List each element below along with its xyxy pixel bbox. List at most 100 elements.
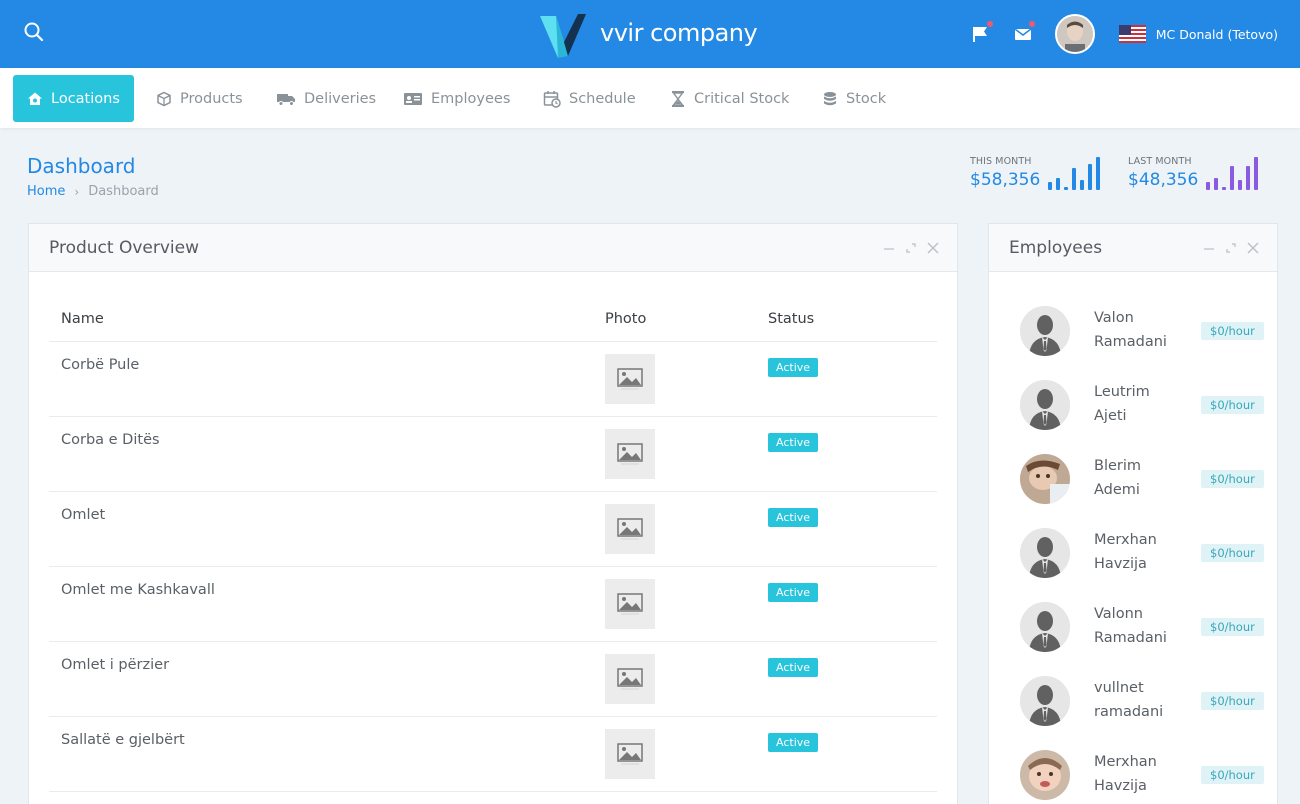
cube-icon	[157, 91, 171, 106]
stat-value: $58,356	[970, 170, 1041, 190]
product-name: Omlet	[61, 507, 106, 523]
nav-item-deliveries[interactable]: Deliveries	[262, 75, 390, 122]
top-bar: vvir company MC Donald (Tetovo)	[0, 0, 1300, 68]
table-row[interactable]: Corba e Ditës Active	[49, 417, 937, 492]
panel-header: Product Overview	[29, 224, 957, 272]
spark-bar	[1214, 178, 1218, 190]
panel-title: Product Overview	[49, 237, 199, 258]
nav-item-stock[interactable]: Stock	[808, 75, 900, 122]
mail-icon[interactable]	[1013, 21, 1035, 44]
product-name: Sallatë e gjelbërt	[61, 732, 185, 748]
image-placeholder-icon	[605, 429, 655, 479]
employee-last-name: ramadani	[1094, 704, 1164, 720]
employee-first-name: Valonn	[1094, 606, 1143, 622]
avatar	[1020, 602, 1070, 652]
brand[interactable]: vvir company	[538, 12, 758, 60]
employee-name: Leutrim Ajeti	[1094, 380, 1190, 428]
spark-bar	[1096, 157, 1100, 190]
employee-last-name: Havzija	[1094, 778, 1147, 794]
employee-item[interactable]: Blerim Ademi $0/hour	[989, 444, 1277, 518]
brand-name: vvir company	[600, 19, 758, 47]
flag-notification-icon[interactable]	[971, 21, 993, 44]
table-row[interactable]: Corbë Pule Active	[49, 342, 937, 417]
column-header-status[interactable]: Status	[768, 311, 814, 327]
employee-item[interactable]: Merxhan Havzija $0/hour	[989, 518, 1277, 592]
nav-item-label: Employees	[431, 90, 511, 107]
user-avatar[interactable]	[1054, 14, 1095, 54]
table-row[interactable]: Omlet i përzier Active	[49, 642, 937, 717]
expand-icon[interactable]	[905, 239, 917, 258]
image-placeholder-icon	[605, 579, 655, 629]
employee-first-name: Valon	[1094, 310, 1134, 326]
expand-icon[interactable]	[1225, 239, 1237, 258]
panel-tools	[873, 239, 939, 258]
breadcrumb-home[interactable]: Home	[27, 184, 65, 199]
top-right-controls: MC Donald (Tetovo)	[949, 0, 1278, 68]
nav-item-label: Locations	[51, 90, 120, 107]
column-header-photo[interactable]: Photo	[605, 311, 646, 327]
avatar	[1020, 750, 1070, 800]
breadcrumb-current: Dashboard	[88, 184, 159, 199]
image-placeholder-icon	[605, 654, 655, 704]
employee-item[interactable]: vullnet ramadani $0/hour	[989, 666, 1277, 740]
spark-bar	[1230, 166, 1234, 190]
employee-name: Merxhan Havzija	[1094, 528, 1190, 576]
product-overview-panel: Product Overview Name Photo Status Corbë…	[28, 223, 958, 804]
employee-item[interactable]: Valonn Ramadani $0/hour	[989, 592, 1277, 666]
close-icon[interactable]	[927, 239, 939, 258]
us-flag-icon[interactable]	[1118, 25, 1146, 43]
nav-item-products[interactable]: Products	[142, 75, 257, 122]
rate-badge: $0/hour	[1201, 544, 1264, 562]
employees-panel: Employees Valon Ramadani $0/hour Leutrim A…	[988, 223, 1278, 804]
stat-label: LAST MONTH	[1128, 156, 1192, 167]
close-icon[interactable]	[1247, 239, 1259, 258]
status-badge: Active	[768, 508, 819, 527]
nav-item-critical-stock[interactable]: Critical Stock	[656, 75, 803, 122]
status-badge: Active	[768, 733, 819, 752]
page-title: Dashboard	[27, 154, 136, 178]
last-month-sparkline	[1206, 156, 1262, 190]
avatar	[1020, 676, 1070, 726]
employee-name: Valon Ramadani	[1094, 306, 1190, 354]
nav-item-schedule[interactable]: Schedule	[529, 75, 650, 122]
table-row[interactable]: Omlet Active	[49, 492, 937, 567]
notification-dot	[986, 21, 993, 27]
image-placeholder-icon	[605, 729, 655, 779]
nav-item-locations[interactable]: Locations	[13, 75, 134, 122]
rate-badge: $0/hour	[1201, 396, 1264, 414]
nav-item-label: Deliveries	[304, 90, 377, 107]
stat-value: $48,356	[1128, 170, 1199, 190]
employee-first-name: vullnet	[1094, 680, 1144, 696]
table-row[interactable]: Omlet me Kashkavall Active	[49, 567, 937, 642]
spark-bar	[1088, 164, 1092, 190]
nav-item-employees[interactable]: Employees	[389, 75, 524, 122]
nav-item-label: Schedule	[569, 90, 636, 107]
image-placeholder-icon	[605, 354, 655, 404]
image-placeholder-icon	[605, 504, 655, 554]
chevron-right-icon: ›	[74, 184, 80, 199]
home-icon	[28, 92, 42, 105]
panel-header: Employees	[989, 224, 1277, 272]
product-name: Omlet me Kashkavall	[61, 582, 215, 598]
nav-item-label: Products	[180, 90, 243, 107]
column-header-name[interactable]: Name	[61, 311, 104, 327]
rate-badge: $0/hour	[1201, 618, 1264, 636]
employee-name: vullnet ramadani	[1094, 676, 1190, 724]
minimize-icon[interactable]	[883, 239, 895, 258]
employee-item[interactable]: Merxhan Havzija $0/hour	[989, 740, 1277, 804]
employee-item[interactable]: Valon Ramadani $0/hour	[989, 296, 1277, 370]
rate-badge: $0/hour	[1201, 692, 1264, 710]
avatar	[1020, 528, 1070, 578]
this-month-sparkline	[1048, 156, 1104, 190]
spark-bar	[1064, 187, 1068, 190]
id-card-icon	[404, 92, 422, 105]
table-header: Name Photo Status	[49, 296, 937, 342]
user-name[interactable]: MC Donald (Tetovo)	[1156, 27, 1278, 42]
table-row[interactable]: Sallatë e gjelbërt Active	[49, 717, 937, 792]
spark-bar	[1048, 182, 1052, 190]
product-name: Corbë Pule	[61, 357, 140, 373]
employee-item[interactable]: Leutrim Ajeti $0/hour	[989, 370, 1277, 444]
employee-last-name: Ramadani	[1094, 334, 1167, 350]
minimize-icon[interactable]	[1203, 239, 1215, 258]
search-icon[interactable]	[22, 20, 46, 44]
